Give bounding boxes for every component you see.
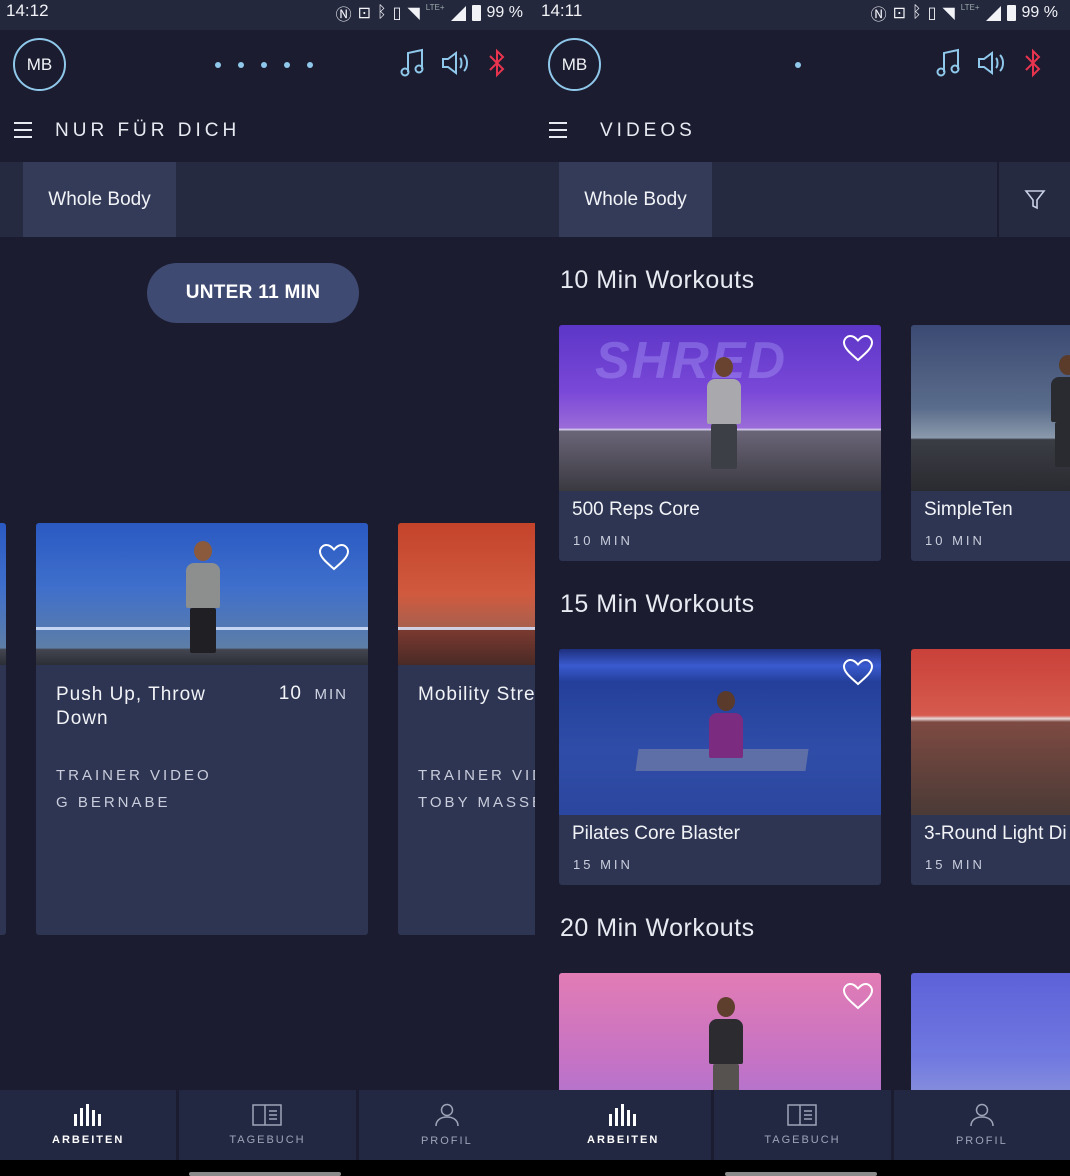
video-thumbnail xyxy=(559,649,881,815)
workout-bars-icon xyxy=(74,1104,102,1126)
video-title: 3-Round Light Di xyxy=(924,823,1067,844)
status-bar: 14:12 Ⓝ ⊡ ᛒ ▯ ◥ LTE+ 99 % xyxy=(0,0,535,30)
home-gesture-handle[interactable] xyxy=(725,1172,877,1176)
journal-book-icon xyxy=(787,1104,818,1126)
trainer-name: TOBY MASSE xyxy=(418,794,535,811)
system-nav-bar xyxy=(0,1160,535,1176)
hamburger-menu-icon[interactable] xyxy=(14,122,32,138)
workout-card-previous[interactable] xyxy=(0,523,6,935)
video-card[interactable]: SHRED 500 Reps Core 10 MIN xyxy=(559,325,881,561)
page-title: VIDEOS xyxy=(600,120,696,141)
thumbnail-watermark: SHRED xyxy=(595,332,788,390)
section-title: 15 Min Workouts xyxy=(560,590,755,618)
video-thumbnail xyxy=(911,649,1070,815)
favorite-heart-icon[interactable] xyxy=(842,982,874,1010)
signal-icon xyxy=(985,5,1001,21)
profile-person-icon xyxy=(435,1103,459,1127)
trainer-name: G BERNABE xyxy=(56,794,171,811)
avatar[interactable]: MB xyxy=(13,38,66,91)
section-title: 10 Min Workouts xyxy=(560,266,755,294)
workout-type: TRAINER VIDEO xyxy=(56,767,212,784)
filter-funnel-icon xyxy=(1023,189,1046,209)
lte-label: LTE+ xyxy=(425,2,445,12)
video-thumbnail: SHRED xyxy=(559,325,881,491)
filter-tab-bar: Whole Body xyxy=(0,162,535,237)
workout-bars-icon xyxy=(609,1104,637,1126)
bluetooth-icon[interactable] xyxy=(486,48,508,78)
bottom-navigation: ARBEITEN TAGEBUCH PROFIL xyxy=(535,1090,1070,1160)
video-card[interactable]: Pilates Core Blaster 15 MIN xyxy=(559,649,881,885)
music-note-icon[interactable] xyxy=(936,48,960,78)
video-title: SimpleTen xyxy=(924,499,1013,520)
trainer-figure xyxy=(186,541,220,653)
workout-title: Mobility Stre xyxy=(418,684,535,705)
system-nav-bar xyxy=(535,1160,1070,1176)
page-title: NUR FÜR DICH xyxy=(55,120,241,141)
video-title: 500 Reps Core xyxy=(572,499,700,520)
duration-filter-pill[interactable]: UNTER 11 MIN xyxy=(147,263,359,323)
nav-arbeiten[interactable]: ARBEITEN xyxy=(535,1090,712,1160)
filter-button[interactable] xyxy=(997,162,1070,237)
nfc-icon: Ⓝ xyxy=(335,7,352,24)
video-duration: 15 MIN xyxy=(573,857,633,872)
briefcase-icon: ⊡ xyxy=(892,5,907,22)
nav-profil[interactable]: PROFIL xyxy=(893,1090,1070,1160)
signal-icon xyxy=(450,5,466,21)
vibrate-icon: ▯ xyxy=(927,5,937,22)
wifi-icon: ◥ xyxy=(407,5,420,22)
favorite-heart-icon[interactable] xyxy=(842,658,874,686)
speaker-icon[interactable] xyxy=(440,48,470,78)
bluetooth-status-icon: ᛒ xyxy=(912,4,922,21)
section-title: 20 Min Workouts xyxy=(560,914,755,942)
bluetooth-status-icon: ᛒ xyxy=(377,4,387,21)
tab-whole-body[interactable]: Whole Body xyxy=(559,162,712,237)
page-indicator-dots xyxy=(795,62,801,68)
nav-tagebuch[interactable]: TAGEBUCH xyxy=(179,1090,356,1160)
lte-label: LTE+ xyxy=(960,2,980,12)
nav-tagebuch[interactable]: TAGEBUCH xyxy=(714,1090,891,1160)
video-duration: 15 MIN xyxy=(925,857,985,872)
nav-arbeiten[interactable]: ARBEITEN xyxy=(0,1090,177,1160)
avatar[interactable]: MB xyxy=(548,38,601,91)
nav-profil[interactable]: PROFIL xyxy=(358,1090,535,1160)
battery-icon xyxy=(471,5,481,21)
bluetooth-icon[interactable] xyxy=(1022,48,1044,78)
video-duration: 10 MIN xyxy=(573,533,633,548)
tab-whole-body[interactable]: Whole Body xyxy=(23,162,176,237)
battery-percent: 99 % xyxy=(486,4,523,21)
wifi-icon: ◥ xyxy=(942,5,955,22)
status-bar: 14:11 Ⓝ ⊡ ᛒ ▯ ◥ LTE+ 99 % xyxy=(535,0,1070,30)
workout-card[interactable]: Push Up, Throw Down 10 MIN TRAINER VIDEO… xyxy=(36,523,368,935)
vibrate-icon: ▯ xyxy=(392,5,402,22)
video-thumbnail xyxy=(911,325,1070,491)
battery-icon xyxy=(1006,5,1016,21)
favorite-heart-icon[interactable] xyxy=(318,543,350,571)
journal-book-icon xyxy=(252,1104,283,1126)
status-time: 14:12 xyxy=(6,1,49,20)
favorite-heart-icon[interactable] xyxy=(842,334,874,362)
profile-person-icon xyxy=(970,1103,994,1127)
battery-percent: 99 % xyxy=(1021,4,1058,21)
video-duration: 10 MIN xyxy=(925,533,985,548)
workout-type: TRAINER VIDE xyxy=(418,767,535,784)
video-card[interactable]: 3-Round Light Di 15 MIN xyxy=(911,649,1070,885)
nfc-icon: Ⓝ xyxy=(870,7,887,24)
music-note-icon[interactable] xyxy=(400,48,424,78)
video-title: Pilates Core Blaster xyxy=(572,823,740,844)
status-time: 14:11 xyxy=(541,1,583,20)
filter-tab-bar: Whole Body xyxy=(535,162,1070,237)
screen-for-you: 14:12 Ⓝ ⊡ ᛒ ▯ ◥ LTE+ 99 % MB NUR FÜR DIC… xyxy=(0,0,535,1176)
video-card[interactable]: SimpleTen 10 MIN xyxy=(911,325,1070,561)
screen-videos: 14:11 Ⓝ ⊡ ᛒ ▯ ◥ LTE+ 99 % MB VIDEOS Whol… xyxy=(535,0,1070,1176)
page-indicator-dots xyxy=(215,62,313,68)
home-gesture-handle[interactable] xyxy=(189,1172,341,1176)
workout-duration: 10 MIN xyxy=(278,683,348,704)
briefcase-icon: ⊡ xyxy=(357,5,372,22)
workout-card-next[interactable]: Mobility Stre TRAINER VIDE TOBY MASSE xyxy=(398,523,535,935)
hamburger-menu-icon[interactable] xyxy=(549,122,567,138)
bottom-navigation: ARBEITEN TAGEBUCH PROFIL xyxy=(0,1090,535,1160)
workout-title: Push Up, Throw Down xyxy=(56,684,206,729)
speaker-icon[interactable] xyxy=(976,48,1006,78)
